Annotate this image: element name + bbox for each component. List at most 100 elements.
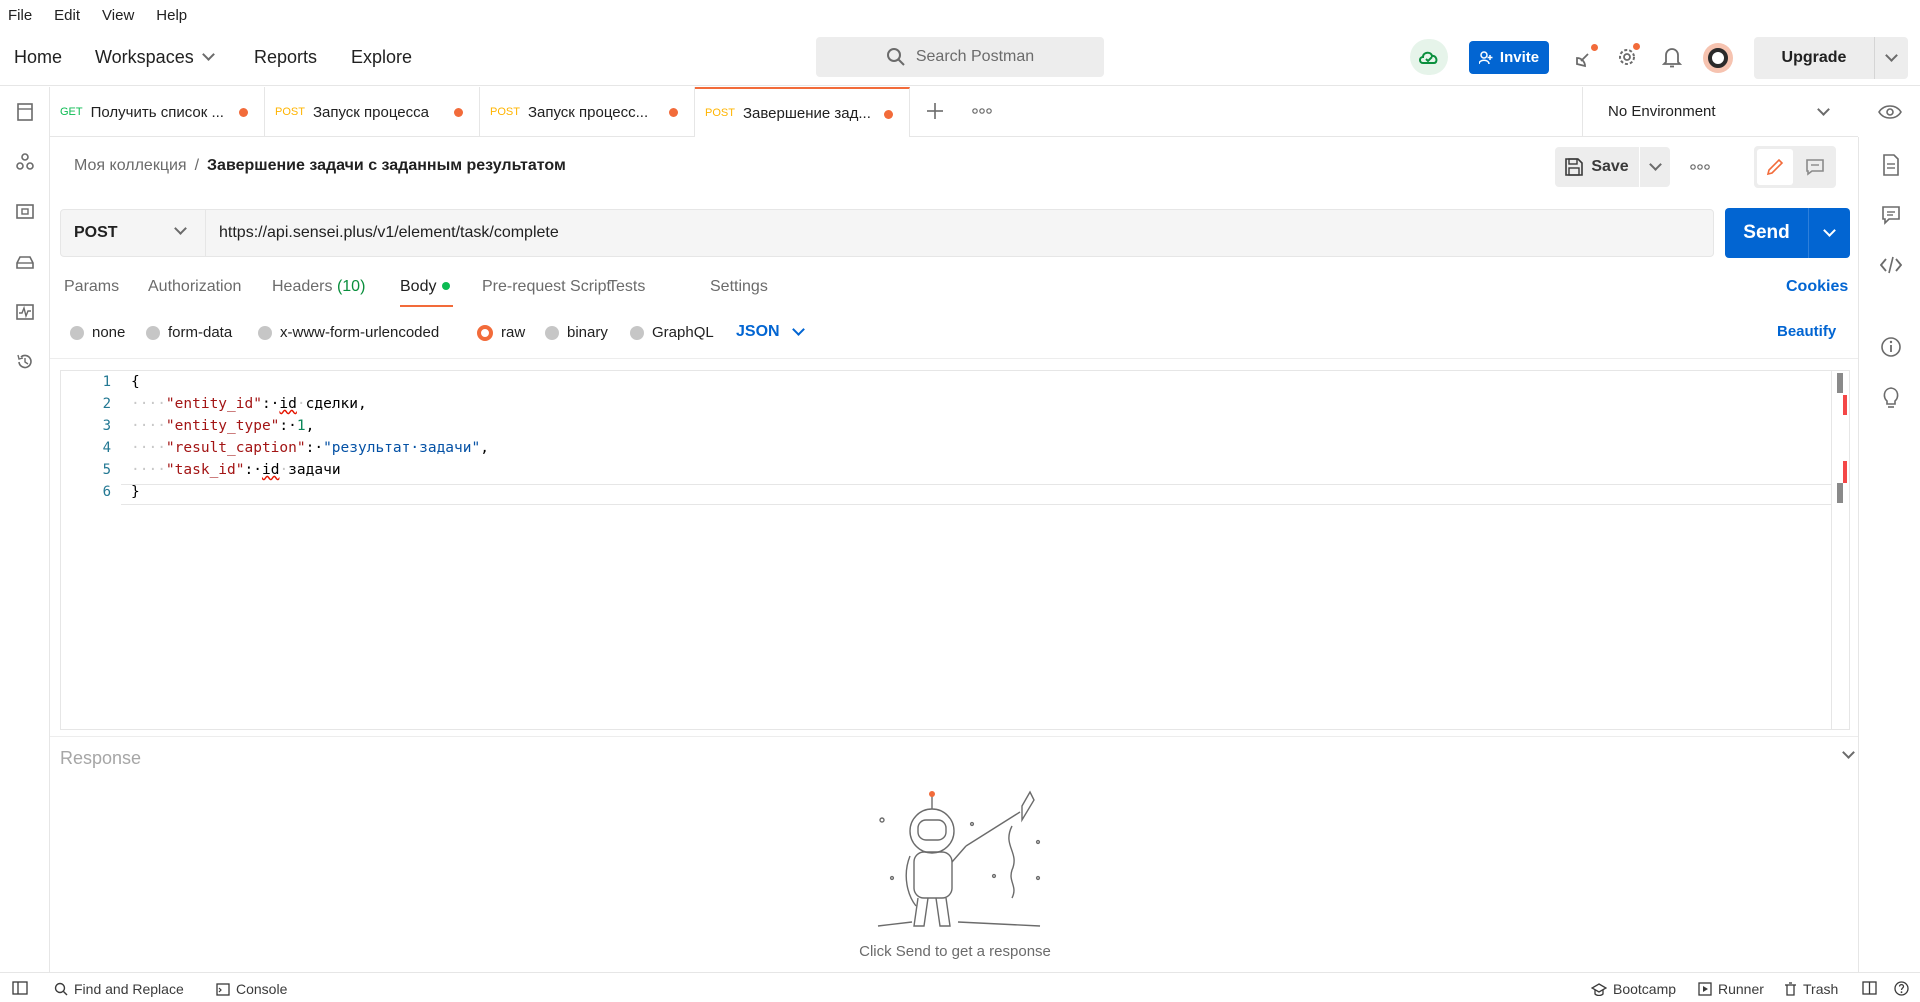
cloud-sync-icon[interactable]	[1410, 39, 1448, 75]
chevron-down-icon[interactable]	[1842, 746, 1855, 759]
body-type-graphql[interactable]: GraphQL	[630, 324, 714, 341]
tab-request-3[interactable]: POST Запуск процесс...	[480, 87, 695, 137]
body-type-urlencoded[interactable]: x-www-form-urlencoded	[258, 324, 439, 341]
error-marker	[1843, 461, 1847, 483]
code-token: 1	[296, 418, 306, 434]
toggle-sidebar-icon[interactable]	[12, 981, 28, 995]
comments-icon[interactable]	[1879, 203, 1903, 227]
collections-icon[interactable]	[12, 99, 38, 125]
nav-home[interactable]: Home	[14, 47, 62, 68]
environment-selector[interactable]: No Environment	[1582, 87, 1858, 137]
radio-form-data[interactable]	[146, 325, 160, 340]
language-select[interactable]: JSON	[736, 322, 805, 341]
breadcrumb-collection[interactable]: Моя коллекция	[74, 157, 187, 174]
view-mode-toggle	[1754, 146, 1836, 188]
tab-request-1[interactable]: GET Получить список ...	[50, 87, 265, 137]
search-bar[interactable]: Search Postman	[816, 37, 1104, 77]
code-line: ····"task_id":·id·задачи	[131, 462, 341, 478]
code-line: }	[131, 484, 140, 500]
cookies-link[interactable]: Cookies	[1786, 278, 1848, 296]
menu-view[interactable]: View	[102, 7, 134, 24]
tab-body[interactable]: Body	[400, 278, 451, 296]
tab-settings[interactable]: Settings	[710, 278, 768, 296]
find-replace-button[interactable]: Find and Replace	[54, 981, 184, 997]
menu-file[interactable]: File	[8, 7, 32, 24]
page-title[interactable]: Завершение задачи с заданным результатом	[207, 157, 566, 174]
gear-icon[interactable]	[1614, 43, 1640, 70]
upgrade-label: Upgrade	[1781, 49, 1847, 66]
unsaved-dot	[884, 110, 893, 119]
body-type-label: none	[92, 324, 126, 341]
invite-label: Invite	[1499, 49, 1540, 66]
invite-button[interactable]: Invite	[1469, 41, 1549, 74]
documentation-icon[interactable]	[1879, 153, 1903, 177]
tab-request-4[interactable]: POST Завершение зад...	[695, 87, 910, 137]
eye-icon[interactable]	[1876, 98, 1904, 126]
upgrade-button[interactable]: Upgrade	[1754, 37, 1908, 79]
tab-method: POST	[705, 107, 735, 119]
avatar[interactable]	[1703, 43, 1733, 73]
nav-explore[interactable]: Explore	[351, 47, 412, 68]
satellite-icon[interactable]	[1571, 44, 1598, 70]
menu-edit[interactable]: Edit	[54, 7, 80, 24]
radio-raw[interactable]	[477, 324, 493, 341]
body-type-binary[interactable]: binary	[545, 324, 608, 341]
unsaved-dot	[454, 108, 463, 117]
url-input[interactable]: https://api.sensei.plus/v1/element/task/…	[206, 224, 559, 242]
code-editor[interactable]: 1 2 3 4 5 6 { ····"entity_id":·id·сделки…	[60, 370, 1850, 730]
new-tab-button[interactable]	[923, 99, 947, 123]
trash-button[interactable]: Trash	[1784, 981, 1838, 997]
comment-icon	[1806, 159, 1824, 176]
monitors-icon[interactable]	[12, 299, 38, 325]
tab-params[interactable]: Params	[64, 278, 119, 296]
environment-label: No Environment	[1608, 103, 1716, 120]
send-label: Send	[1743, 222, 1790, 243]
bootcamp-button[interactable]: Bootcamp	[1591, 981, 1676, 997]
beautify-button[interactable]: Beautify	[1777, 323, 1836, 340]
two-pane-icon[interactable]	[1862, 981, 1877, 995]
left-sidebar	[0, 87, 50, 972]
tab-request-2[interactable]: POST Запуск процесса	[265, 87, 480, 137]
radio-binary[interactable]	[545, 325, 559, 340]
save-icon	[1565, 158, 1584, 176]
comment-mode-button[interactable]	[1797, 149, 1833, 185]
apis-icon[interactable]	[12, 149, 38, 175]
code-icon[interactable]	[1879, 253, 1903, 277]
edit-mode-button[interactable]	[1757, 149, 1793, 185]
nav-reports[interactable]: Reports	[254, 47, 317, 68]
section-divider	[50, 358, 1858, 359]
lightbulb-icon[interactable]	[1879, 385, 1903, 409]
save-options-button[interactable]	[1640, 147, 1670, 187]
save-button[interactable]: Save	[1555, 147, 1639, 187]
help-icon[interactable]	[1894, 981, 1909, 996]
environments-icon[interactable]	[12, 199, 38, 225]
info-icon[interactable]	[1879, 335, 1903, 359]
body-type-form-data[interactable]: form-data	[146, 324, 232, 341]
tab-headers[interactable]: Headers (10)	[272, 278, 365, 296]
editor-scrollbar[interactable]	[1831, 371, 1849, 729]
notification-dot	[1591, 44, 1598, 51]
tab-tests[interactable]: Tests	[608, 278, 645, 296]
bell-icon[interactable]	[1659, 44, 1685, 70]
tab-authorization[interactable]: Authorization	[148, 278, 241, 296]
console-button[interactable]: Console	[216, 981, 287, 997]
chevron-down-icon[interactable]	[1823, 223, 1836, 237]
more-tabs-icon[interactable]	[970, 99, 994, 123]
radio-none[interactable]	[70, 325, 84, 340]
runner-button[interactable]: Runner	[1698, 981, 1764, 997]
mock-servers-icon[interactable]	[12, 249, 38, 275]
history-icon[interactable]	[12, 349, 38, 375]
code-token: "entity_type"	[165, 418, 280, 434]
body-type-raw[interactable]: raw	[477, 324, 525, 341]
scroll-thumb[interactable]	[1837, 373, 1843, 393]
nav-workspaces[interactable]: Workspaces	[95, 47, 215, 68]
tab-prerequest-script[interactable]: Pre-request Script	[482, 278, 611, 296]
more-actions-icon[interactable]	[1686, 155, 1714, 179]
send-button[interactable]: Send	[1725, 208, 1850, 258]
radio-graphql[interactable]	[630, 325, 644, 340]
radio-urlencoded[interactable]	[258, 325, 272, 340]
menu-help[interactable]: Help	[156, 7, 187, 24]
body-type-none[interactable]: none	[70, 324, 125, 341]
chevron-down-icon[interactable]	[1885, 48, 1898, 62]
method-select[interactable]: POST	[61, 210, 206, 256]
